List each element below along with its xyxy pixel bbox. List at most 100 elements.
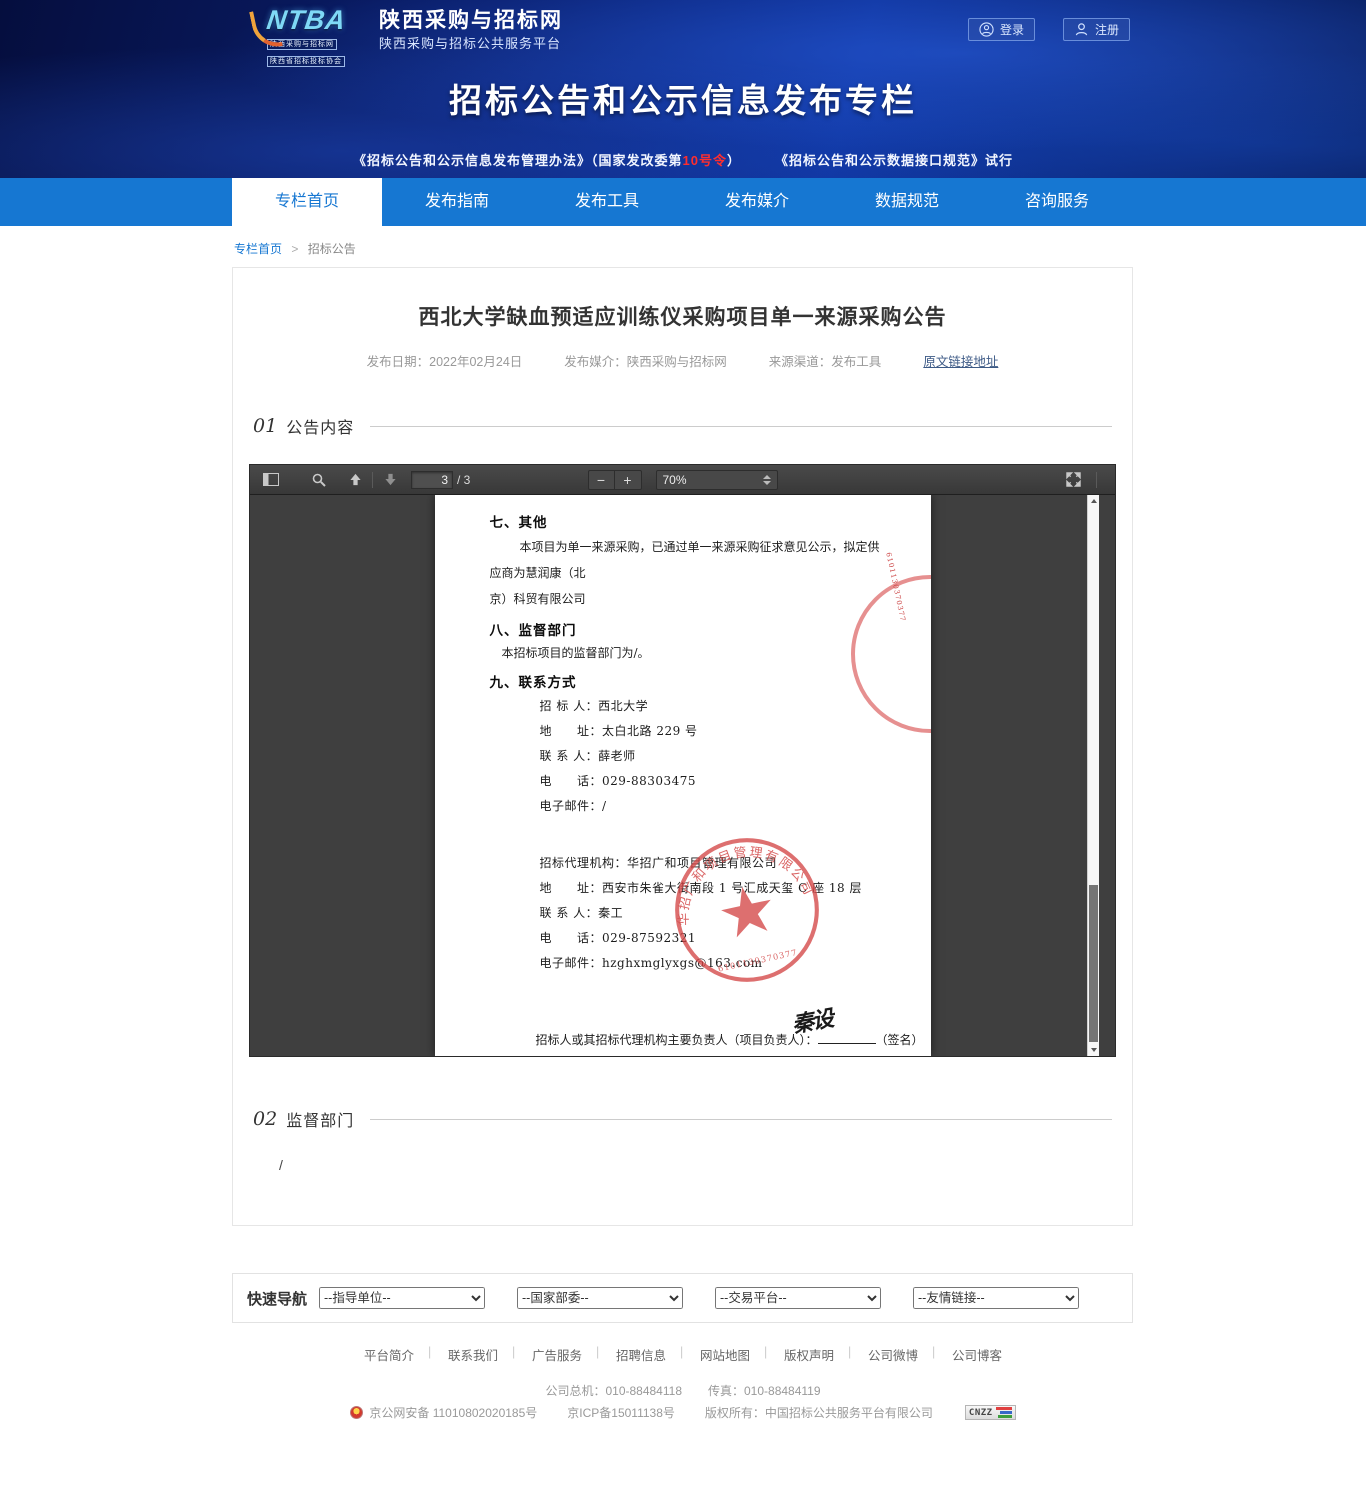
doc-owner-name: 招 标 人：西北大学 — [540, 694, 891, 719]
login-user-icon — [979, 22, 994, 37]
register-button[interactable]: 注册 — [1063, 18, 1130, 41]
nav-tab-consult[interactable]: 咨询服务 — [982, 178, 1132, 226]
zoom-out-button[interactable]: − — [588, 470, 615, 490]
cnzz-counter-badge[interactable]: CNZZ — [965, 1405, 1016, 1420]
pdf-toolbar: / 3 − + 70% — [250, 465, 1115, 495]
doc-supervision-line: 本招标项目的监督部门为/。 — [490, 642, 891, 664]
nav-tab-home[interactable]: 专栏首页 — [232, 178, 382, 226]
nav-tab-data-standard[interactable]: 数据规范 — [832, 178, 982, 226]
cnzz-bars-icon — [996, 1407, 1012, 1418]
page-down-button[interactable] — [377, 468, 403, 492]
copyright-owner: 版权所有：中国招标公共服务平台有限公司 — [705, 1404, 933, 1421]
doc-heading-9: 九、联系方式 — [490, 672, 891, 694]
logo-mini-line2: 陕西省招标投标协会 — [267, 56, 345, 67]
breadcrumb-current: 招标公告 — [308, 242, 356, 256]
sidebar-toggle-button[interactable] — [258, 468, 284, 492]
trading-platform-select[interactable]: --交易平台-- — [715, 1287, 881, 1309]
scrollbar-thumb[interactable] — [1089, 885, 1098, 1042]
scrollbar-down-arrow[interactable] — [1088, 1044, 1100, 1056]
article-container: 西北大学缺血预适应训练仪采购项目单一来源采购公告 发布日期：2022年02月24… — [232, 267, 1133, 1226]
register-label: 注册 — [1095, 21, 1119, 38]
fullscreen-button[interactable] — [1060, 468, 1086, 492]
section-2-header: 02 监督部门 — [233, 1107, 1132, 1131]
doc-owner-email: 电子邮件：/ — [540, 794, 891, 819]
footer-link-weibo[interactable]: 公司微博 — [851, 1345, 935, 1364]
site-header: NTBA 陕西采购与招标网 陕西省招标投标协会 陕西采购与招标网 陕西采购与招标… — [0, 0, 1366, 178]
footer-links: 平台简介 联系我们 广告服务 招聘信息 网站地图 版权声明 公司微博 公司博客 — [0, 1345, 1366, 1364]
fullscreen-icon — [1066, 472, 1081, 487]
origin-link[interactable]: 原文链接地址 — [923, 351, 998, 370]
article-meta: 发布日期：2022年02月24日 发布媒介：陕西采购与招标网 来源渠道：发布工具… — [233, 351, 1132, 370]
page-up-button[interactable] — [342, 468, 368, 492]
arrow-down-icon — [384, 473, 397, 486]
signature-line-1: 秦设 — [818, 1032, 876, 1044]
police-badge-icon — [350, 1406, 363, 1419]
login-label: 登录 — [1000, 21, 1024, 38]
main-nav: 专栏首页 发布指南 发布工具 发布媒介 数据规范 咨询服务 — [0, 178, 1366, 226]
zoom-level-value: 70% — [663, 473, 687, 487]
article-title: 西北大学缺血预适应训练仪采购项目单一来源采购公告 — [233, 301, 1132, 331]
nav-tab-publish-tools[interactable]: 发布工具 — [532, 178, 682, 226]
footer-link-about[interactable]: 平台简介 — [347, 1345, 431, 1364]
spinner-icon — [763, 475, 771, 485]
guide-units-select[interactable]: --指导单位-- — [319, 1287, 485, 1309]
pdf-page: 七、其他 本项目为单一来源采购，已通过单一来源采购征求意见公示，拟定供应商为慧润… — [435, 495, 931, 1056]
pdf-scrollbar[interactable] — [1087, 495, 1099, 1056]
login-button[interactable]: 登录 — [968, 18, 1035, 41]
pdf-viewer: / 3 − + 70% — [249, 464, 1116, 1057]
icp-beian: 京ICP备15011138号 — [567, 1404, 675, 1421]
cnzz-label: CNZZ — [969, 1408, 993, 1418]
section-1-title: 公告内容 — [286, 414, 354, 438]
search-button[interactable] — [306, 468, 332, 492]
supervision-value: / — [279, 1157, 1132, 1173]
search-icon — [312, 473, 326, 487]
section-2-divider — [370, 1119, 1112, 1120]
gongan-beian: 京公网安备 11010802020185号 — [369, 1404, 537, 1421]
doc-paragraph-line1: 本项目为单一来源采购，已通过单一来源采购征求意见公示，拟定供应商为慧润康（北 — [490, 534, 891, 586]
source-channel: 来源渠道：发布工具 — [769, 351, 882, 370]
logo-graphic: NTBA 陕西采购与招标网 陕西省招标投标协会 — [253, 7, 371, 53]
section-2-title: 监督部门 — [286, 1107, 354, 1131]
zoom-level-select[interactable]: 70% — [656, 470, 778, 490]
site-footer: 平台简介 联系我们 广告服务 招聘信息 网站地图 版权声明 公司微博 公司博客 … — [0, 1345, 1366, 1501]
sidebar-toggle-icon — [263, 473, 279, 486]
pdf-canvas-area[interactable]: 七、其他 本项目为单一来源采购，已通过单一来源采购征求意见公示，拟定供应商为慧润… — [250, 495, 1115, 1056]
doc-agent-phone: 电 话：029-87592321 — [540, 926, 891, 951]
banner-title: 招标公告和公示信息发布专栏 — [0, 74, 1366, 122]
nav-tab-publish-media[interactable]: 发布媒介 — [682, 178, 832, 226]
signature-suffix-1: （签名） — [876, 1033, 924, 1047]
friendly-links-select[interactable]: --友情链接-- — [913, 1287, 1079, 1309]
section-1-divider — [370, 426, 1112, 427]
handwritten-signature: 秦设 — [790, 1009, 833, 1036]
doc-heading-7: 七、其他 — [490, 512, 891, 534]
doc-owner-address: 地 址：太白北路 229 号 — [540, 719, 891, 744]
banner-note-part1: 《招标公告和公示信息发布管理办法》（国家发改委第 — [353, 153, 683, 168]
signature-label-1: 招标人或其招标代理机构主要负责人（项目负责人）： — [536, 1033, 818, 1047]
footer-link-copyright[interactable]: 版权声明 — [767, 1345, 851, 1364]
site-logo[interactable]: NTBA 陕西采购与招标网 陕西省招标投标协会 陕西采购与招标网 陕西采购与招标… — [253, 7, 563, 53]
doc-owner-contact: 联 系 人：薛老师 — [540, 744, 891, 769]
publish-media: 发布媒介：陕西采购与招标网 — [564, 351, 727, 370]
footer-link-blog[interactable]: 公司博客 — [935, 1345, 1019, 1364]
footer-link-ads[interactable]: 广告服务 — [515, 1345, 599, 1364]
doc-owner-phone: 电 话：029-88303475 — [540, 769, 891, 794]
section-2-number: 02 — [253, 1108, 277, 1130]
arrow-up-icon — [349, 473, 362, 486]
breadcrumb: 专栏首页 > 招标公告 — [232, 226, 1133, 267]
site-title: 陕西采购与招标网 — [379, 8, 563, 34]
banner-note-red: 10号令 — [683, 153, 727, 168]
zoom-in-button[interactable]: + — [615, 470, 642, 490]
section-1-number: 01 — [253, 415, 277, 437]
nav-tab-publish-guide[interactable]: 发布指南 — [382, 178, 532, 226]
footer-fax: 传真：010-88484119 — [708, 1384, 821, 1398]
breadcrumb-home-link[interactable]: 专栏首页 — [234, 242, 282, 256]
quick-nav-label: 快速导航 — [247, 1288, 307, 1309]
page-number-input[interactable] — [411, 471, 453, 489]
footer-link-contact[interactable]: 联系我们 — [431, 1345, 515, 1364]
breadcrumb-separator: > — [291, 242, 298, 256]
national-ministries-select[interactable]: --国家部委-- — [517, 1287, 683, 1309]
footer-link-jobs[interactable]: 招聘信息 — [599, 1345, 683, 1364]
footer-link-sitemap[interactable]: 网站地图 — [683, 1345, 767, 1364]
banner-note-part3: 《招标公告和公示数据接口规范》试行 — [775, 153, 1013, 168]
scrollbar-up-arrow[interactable] — [1088, 495, 1100, 507]
